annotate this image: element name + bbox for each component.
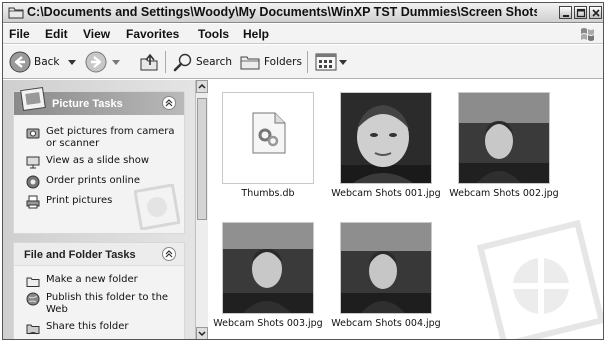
window-title: C:\Documents and Settings\Woody\My Docum… — [27, 5, 537, 19]
new-folder-icon — [26, 277, 40, 287]
menu-favorites[interactable]: Favorites — [126, 27, 179, 41]
forward-button[interactable] — [85, 49, 125, 75]
search-label: Search — [196, 56, 233, 68]
task-label: Make a new folder — [46, 274, 138, 285]
menu-view[interactable]: View — [83, 27, 110, 41]
close-button[interactable] — [589, 6, 602, 19]
file-thumbnail — [222, 222, 314, 314]
globe-icon — [26, 292, 40, 306]
toolbar-separator — [307, 51, 308, 73]
menu-tools[interactable]: Tools — [198, 27, 229, 41]
file-folder-tasks-title: File and Folder Tasks — [24, 249, 136, 261]
webcam-photo-icon — [459, 93, 549, 183]
maximize-icon — [576, 8, 586, 18]
picture-watermark-icon — [134, 184, 180, 230]
menu-file[interactable]: File — [9, 27, 30, 41]
print-icon — [26, 195, 40, 209]
windows-logo-icon — [581, 28, 594, 41]
file-item[interactable]: Thumbs.db — [209, 92, 327, 220]
menu-help[interactable]: Help — [243, 27, 269, 41]
folders-button[interactable]: Folders — [239, 49, 303, 75]
webcam-photo-icon — [223, 223, 313, 313]
views-icon — [315, 53, 337, 71]
file-item[interactable]: Webcam Shots 001.jpg — [327, 92, 445, 220]
back-label: Back — [34, 56, 60, 68]
file-name: Webcam Shots 003.jpg — [213, 318, 323, 329]
up-folder-icon[interactable] — [139, 52, 159, 72]
file-thumbnail — [222, 92, 314, 184]
search-button[interactable]: Search — [173, 49, 235, 75]
chevron-down-icon[interactable] — [68, 60, 76, 65]
picture-watermark-icon — [477, 220, 603, 339]
chevron-down-icon — [339, 60, 347, 65]
task-pane-scrollbar[interactable] — [195, 80, 208, 339]
explorer-window: C:\Documents and Settings\Woody\My Docum… — [2, 2, 604, 340]
task-label: Publish this folder to the Web — [46, 292, 169, 315]
slideshow-icon — [26, 156, 40, 169]
file-thumbnail — [458, 92, 550, 184]
chevron-down-icon[interactable] — [112, 60, 120, 65]
file-name: Webcam Shots 002.jpg — [449, 188, 559, 199]
collapse-chevron-icon[interactable] — [162, 247, 176, 261]
file-view: Thumbs.db Webcam Shots 001.jpg Webcam Sh… — [209, 80, 603, 339]
file-item[interactable]: Webcam Shots 003.jpg — [209, 222, 327, 339]
file-name: Thumbs.db — [241, 188, 295, 199]
file-item[interactable]: Webcam Shots 004.jpg — [327, 222, 445, 339]
file-folder-tasks-header[interactable]: File and Folder Tasks — [14, 243, 184, 266]
back-arrow-icon — [9, 51, 31, 73]
camera-icon — [26, 128, 40, 139]
picture-tasks-panel: Picture Tasks Get pictures from camera o… — [13, 87, 185, 234]
file-name: Webcam Shots 004.jpg — [331, 318, 441, 329]
collapse-chevron-icon[interactable] — [162, 96, 176, 110]
task-pane: Picture Tasks Get pictures from camera o… — [3, 80, 195, 339]
task-label: Share this folder — [46, 321, 129, 332]
file-thumbnail — [340, 92, 432, 184]
arrow-up-icon — [198, 83, 206, 89]
title-bar[interactable]: C:\Documents and Settings\Woody\My Docum… — [3, 3, 603, 23]
back-button[interactable]: Back — [9, 49, 81, 75]
file-name: Webcam Shots 001.jpg — [331, 188, 441, 199]
picture-tasks-title: Picture Tasks — [52, 98, 123, 110]
file-thumbnail — [340, 222, 432, 314]
minimize-icon — [563, 15, 569, 17]
maximize-button[interactable] — [574, 6, 587, 19]
system-file-icon — [252, 112, 286, 154]
forward-arrow-icon — [85, 51, 107, 73]
picture-tasks-icon — [20, 87, 46, 111]
toolbar: Back Search Folders — [3, 45, 603, 79]
toolbar-separator — [165, 51, 166, 73]
file-item[interactable]: Webcam Shots 002.jpg — [445, 92, 563, 220]
share-icon — [26, 324, 40, 335]
menu-edit[interactable]: Edit — [45, 27, 68, 41]
minimize-button[interactable] — [559, 6, 572, 19]
menu-bar: File Edit View Favorites Tools Help — [3, 24, 603, 44]
scroll-up-button[interactable] — [196, 80, 208, 93]
arrow-down-icon — [198, 331, 206, 337]
views-button[interactable] — [315, 49, 349, 75]
webcam-photo-icon — [341, 93, 431, 183]
file-folder-tasks-panel: File and Folder Tasks Make a new folder … — [13, 242, 185, 339]
search-icon — [173, 53, 192, 72]
scroll-thumb[interactable] — [197, 98, 207, 220]
task-label: Get pictures from camera or scanner — [46, 126, 175, 149]
folders-label: Folders — [264, 56, 302, 68]
close-icon — [592, 9, 600, 17]
webcam-photo-icon — [341, 223, 431, 313]
folders-icon — [240, 56, 260, 70]
picture-tasks-header[interactable]: Picture Tasks — [14, 87, 184, 115]
task-label: View as a slide show — [46, 155, 150, 166]
order-prints-icon — [26, 175, 40, 189]
scroll-down-button[interactable] — [196, 327, 208, 339]
folder-icon — [8, 7, 24, 19]
